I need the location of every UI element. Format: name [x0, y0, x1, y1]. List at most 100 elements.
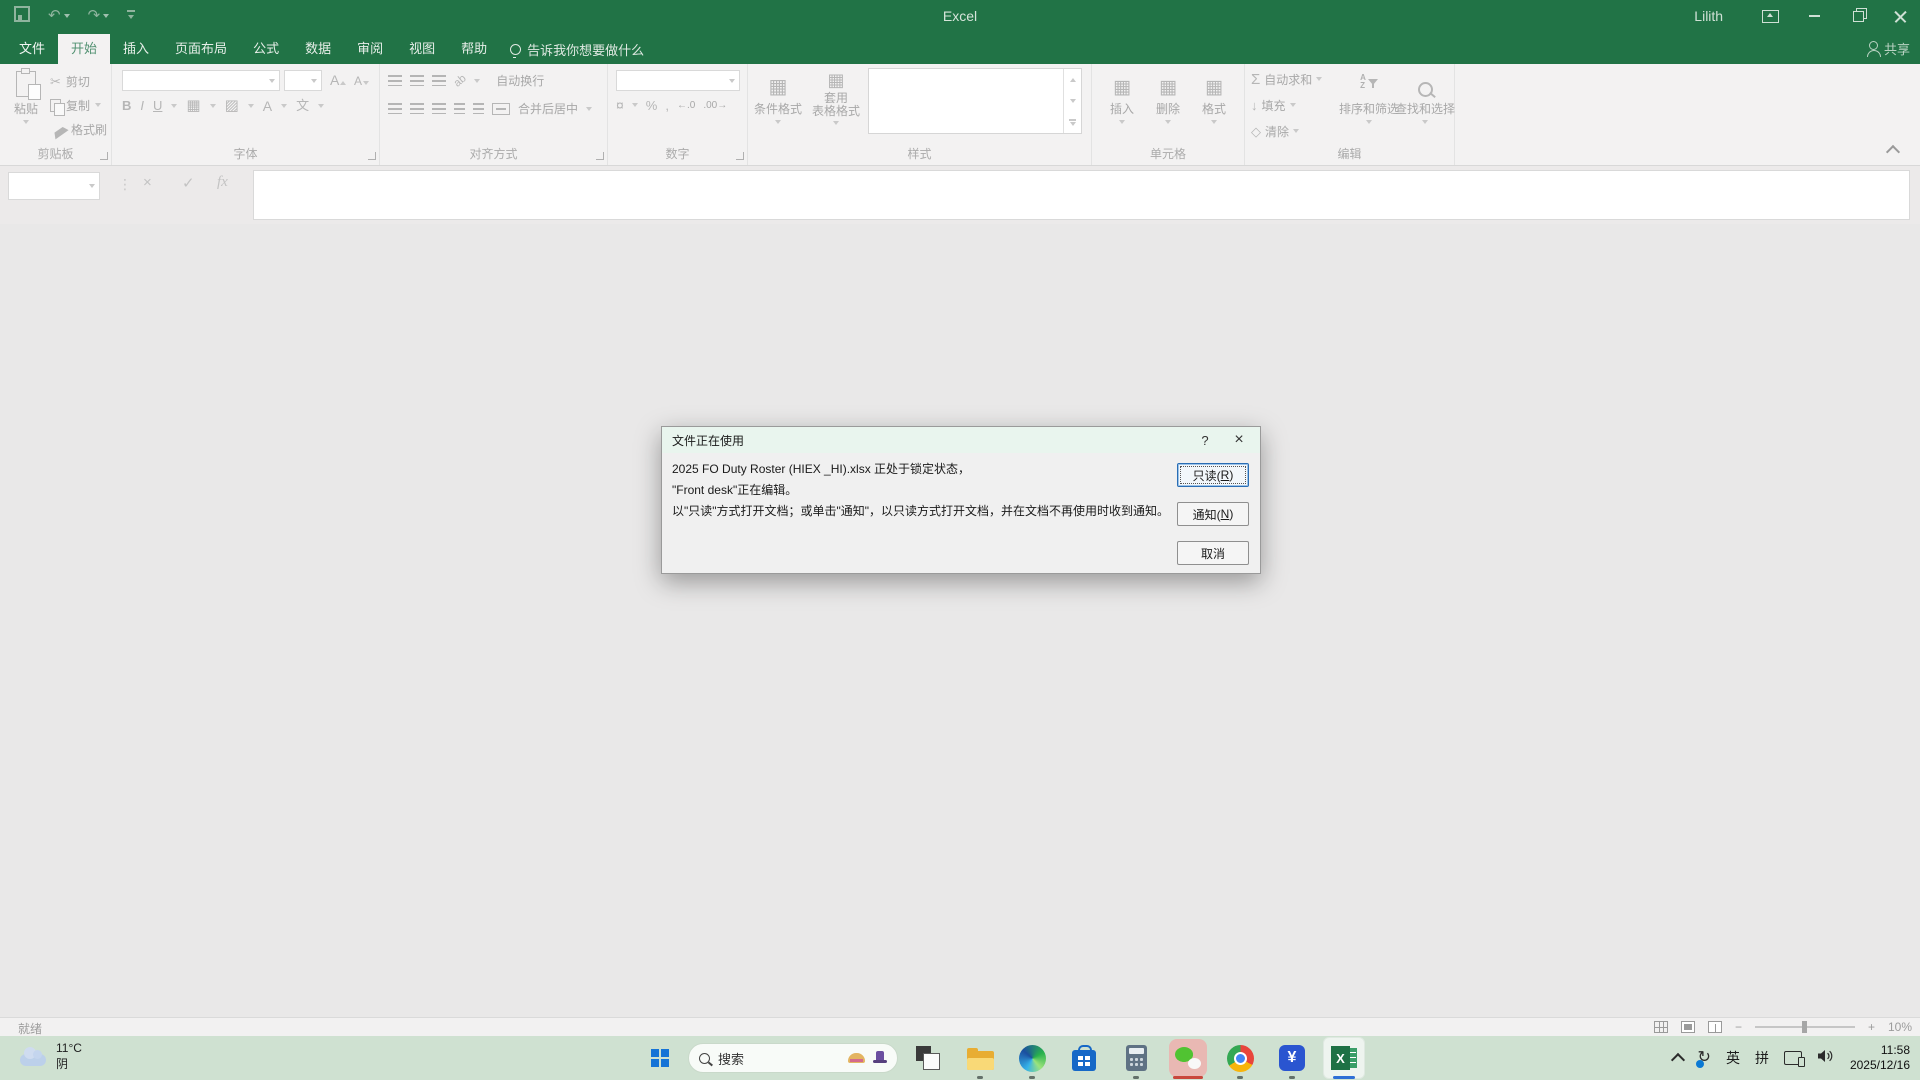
accounting-format-button[interactable]: ¤ — [616, 98, 624, 112]
tab-page-layout[interactable]: 页面布局 — [162, 34, 240, 64]
clear-button[interactable]: ◇ 清除 — [1251, 120, 1299, 142]
cut-button[interactable]: ✂剪切 — [50, 69, 107, 93]
number-dialog-launcher[interactable] — [736, 152, 744, 160]
align-right-icon[interactable] — [432, 103, 446, 114]
tab-file[interactable]: 文件 — [6, 34, 58, 64]
format-cells-button[interactable]: ▦ 格式 — [1194, 67, 1234, 124]
page-layout-view-button[interactable] — [1681, 1021, 1695, 1033]
align-bottom-icon[interactable] — [432, 75, 446, 86]
clipboard-dialog-launcher[interactable] — [100, 152, 108, 160]
speaker-icon[interactable] — [1817, 1049, 1835, 1068]
align-left-icon[interactable] — [388, 103, 402, 114]
tray-overflow-chevron-icon[interactable] — [1670, 1053, 1684, 1067]
cell-styles-gallery[interactable] — [868, 68, 1082, 134]
notify-button[interactable]: 通知(N) — [1177, 502, 1249, 526]
chrome-button[interactable] — [1218, 1036, 1262, 1080]
decrease-indent-icon[interactable] — [454, 103, 465, 114]
underline-button[interactable]: U — [153, 99, 162, 112]
paste-button[interactable]: 粘贴 — [8, 67, 44, 124]
align-top-icon[interactable] — [388, 75, 402, 86]
start-button[interactable] — [640, 1038, 680, 1078]
taskbar-clock[interactable]: 11:58 2025/12/16 — [1850, 1043, 1910, 1073]
orientation-icon[interactable]: ab — [452, 72, 469, 89]
dialog-help-button[interactable]: ? — [1190, 427, 1220, 453]
zoom-slider[interactable] — [1755, 1026, 1855, 1028]
zoom-in-button[interactable]: + — [1868, 1020, 1875, 1034]
font-size-combo[interactable] — [284, 70, 322, 91]
edge-button[interactable] — [1010, 1036, 1054, 1080]
sync-status-icon[interactable]: ↻ — [1698, 1050, 1711, 1066]
delete-cells-button[interactable]: ▦ 删除 — [1148, 67, 1188, 124]
normal-view-button[interactable] — [1654, 1021, 1668, 1033]
minimize-button[interactable] — [1800, 0, 1828, 32]
decrease-decimal-button[interactable]: .00→ — [703, 100, 727, 111]
insert-function-button[interactable]: fx — [217, 174, 228, 191]
tab-review[interactable]: 审阅 — [344, 34, 396, 64]
close-button[interactable] — [1886, 0, 1914, 32]
formula-input[interactable] — [253, 170, 1910, 220]
tab-insert[interactable]: 插入 — [110, 34, 162, 64]
sort-filter-button[interactable]: AZ 排序和筛选 — [1341, 67, 1397, 124]
increase-decimal-button[interactable]: ←.0 — [677, 100, 695, 111]
comma-style-button[interactable]: , — [665, 99, 669, 112]
number-format-combo[interactable] — [616, 70, 740, 91]
calculator-button[interactable] — [1114, 1036, 1158, 1080]
task-view-button[interactable] — [906, 1036, 950, 1080]
maximize-button[interactable] — [1844, 0, 1872, 32]
page-break-view-button[interactable] — [1708, 1021, 1722, 1033]
percent-style-button[interactable]: % — [646, 99, 658, 112]
alignment-dialog-launcher[interactable] — [596, 152, 604, 160]
zoom-slider-thumb[interactable] — [1802, 1021, 1807, 1033]
readonly-button[interactable]: 只读(R) — [1177, 463, 1249, 487]
tab-help[interactable]: 帮助 — [448, 34, 500, 64]
format-as-table-button[interactable]: ▦ 套用表格格式 — [808, 67, 864, 125]
enter-entry-button[interactable]: ✓ — [182, 174, 195, 192]
tab-formulas[interactable]: 公式 — [240, 34, 292, 64]
share-button[interactable]: 共享 — [1869, 32, 1910, 64]
wrap-text-button[interactable]: 自动换行 — [496, 72, 544, 89]
increase-indent-icon[interactable] — [473, 103, 484, 114]
align-middle-icon[interactable] — [410, 75, 424, 86]
font-name-combo[interactable] — [122, 70, 280, 91]
gallery-scroll-up-button[interactable] — [1064, 69, 1081, 90]
zoom-level-label[interactable]: 10% — [1888, 1020, 1912, 1034]
font-dialog-launcher[interactable] — [368, 152, 376, 160]
fill-button[interactable]: ↓ 填充 — [1251, 94, 1296, 116]
align-center-icon[interactable] — [410, 103, 424, 114]
ribbon-display-options-button[interactable] — [1756, 0, 1784, 32]
name-box[interactable] — [8, 172, 100, 200]
wechat-button[interactable] — [1166, 1036, 1210, 1080]
ime-mode-indicator[interactable]: 拼 — [1755, 1048, 1769, 1068]
gallery-scroll-down-button[interactable] — [1064, 90, 1081, 111]
phonetic-guide-button[interactable]: 文 — [296, 99, 309, 112]
bold-button[interactable]: B — [122, 99, 131, 112]
increase-font-size-button[interactable]: A — [330, 73, 346, 87]
tab-view[interactable]: 视图 — [396, 34, 448, 64]
tab-data[interactable]: 数据 — [292, 34, 344, 64]
copy-button[interactable]: 复制 — [50, 93, 107, 117]
weather-widget[interactable]: 11°C 阴 — [20, 1040, 82, 1072]
format-painter-button[interactable]: 格式刷 — [50, 117, 107, 141]
excel-taskbar-button[interactable]: X — [1322, 1036, 1366, 1080]
autosum-button[interactable]: Σ 自动求和 — [1251, 68, 1322, 90]
font-color-button[interactable]: A — [263, 99, 272, 113]
conditional-formatting-button[interactable]: ▦ 条件格式 — [752, 67, 804, 124]
italic-button[interactable]: I — [140, 99, 144, 112]
decrease-font-size-button[interactable]: A — [354, 75, 369, 87]
tell-me-box[interactable]: 告诉我你想要做什么 — [510, 34, 644, 64]
tab-home[interactable]: 开始 — [58, 34, 110, 64]
borders-button[interactable]: ▦ — [186, 98, 200, 113]
ime-language-indicator[interactable]: 英 — [1726, 1048, 1740, 1068]
find-select-button[interactable]: 查找和选择 — [1399, 67, 1451, 124]
collapse-ribbon-button[interactable] — [1886, 145, 1900, 159]
dialog-close-button[interactable]: × — [1224, 427, 1254, 453]
cancel-button[interactable]: 取消 — [1177, 541, 1249, 565]
fill-color-button[interactable]: ▨ — [225, 98, 239, 113]
gallery-more-button[interactable] — [1064, 112, 1081, 133]
microsoft-store-button[interactable] — [1062, 1036, 1106, 1080]
taskbar-search[interactable]: 搜索 — [688, 1043, 898, 1073]
insert-cells-button[interactable]: ▦ 插入 — [1102, 67, 1142, 124]
merge-center-button[interactable]: 合并后居中 — [518, 100, 578, 117]
yuan-app-button[interactable]: ¥ — [1270, 1036, 1314, 1080]
cancel-entry-button[interactable]: × — [143, 174, 152, 191]
